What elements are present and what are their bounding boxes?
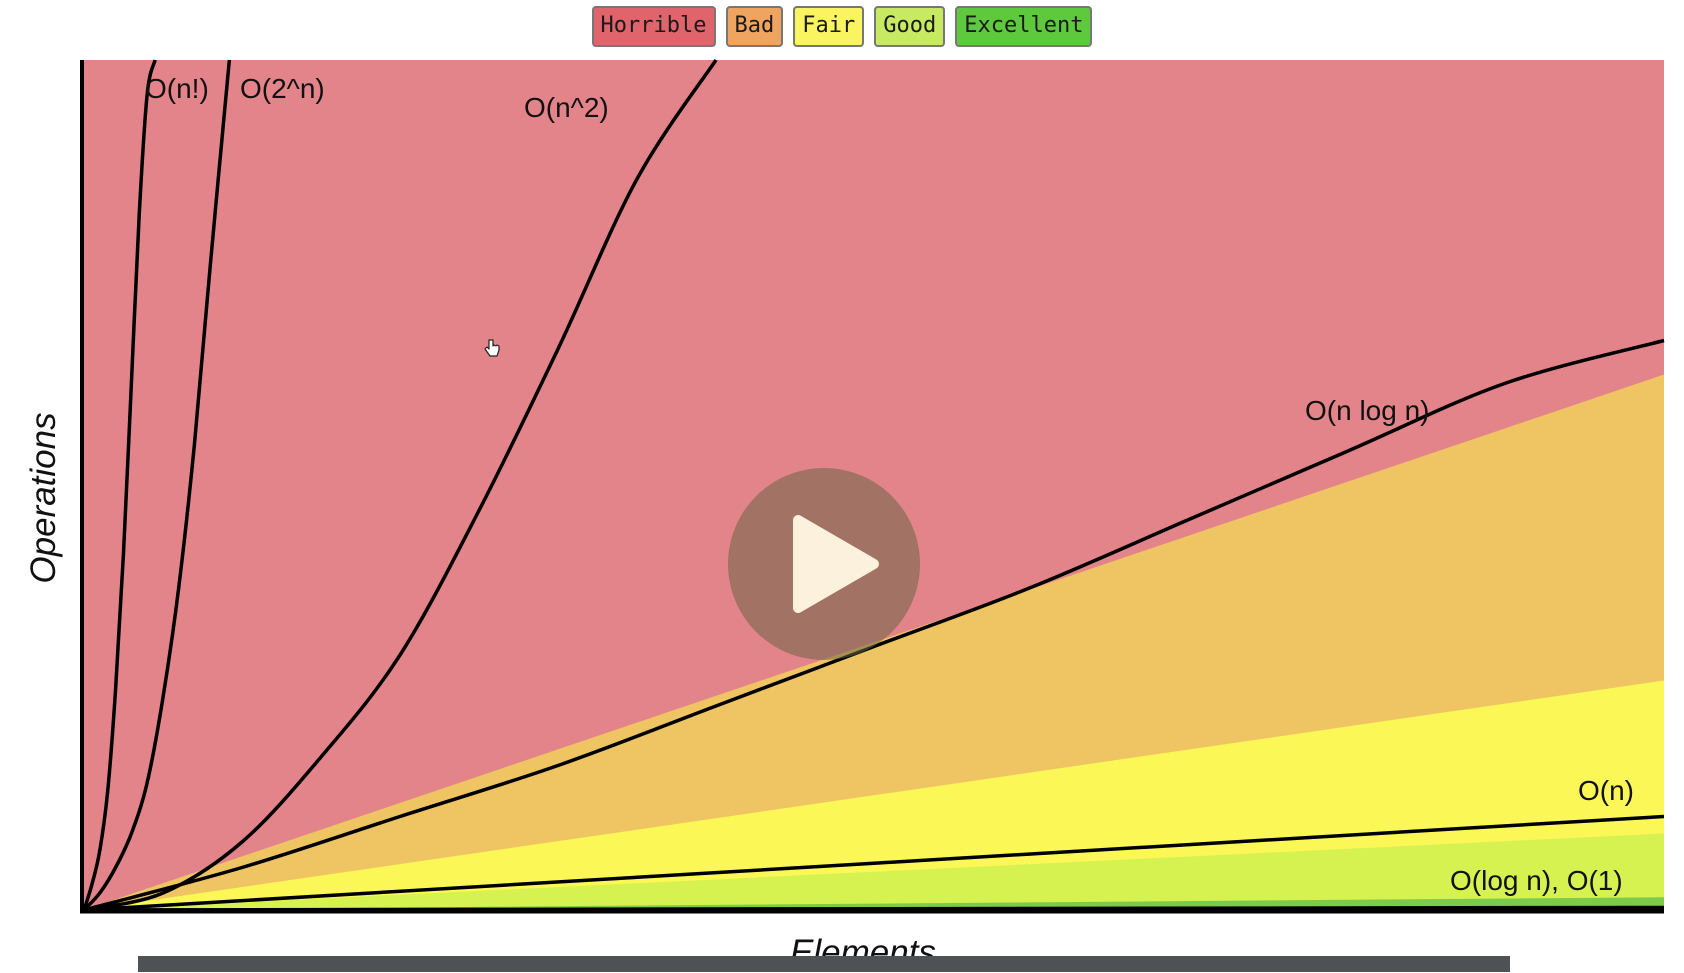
label-o-2-pow-n: O(2^n) xyxy=(240,73,325,104)
legend-item-good: Good xyxy=(874,6,946,47)
play-button[interactable] xyxy=(728,468,920,660)
legend: Horrible Bad Fair Good Excellent xyxy=(0,6,1684,47)
play-icon xyxy=(793,515,879,613)
legend-item-horrible: Horrible xyxy=(591,6,716,47)
label-o-factorial: O(n!) xyxy=(145,73,209,104)
legend-item-excellent: Excellent xyxy=(955,6,1093,47)
horizontal-scrollbar[interactable] xyxy=(138,956,1510,972)
label-o-log-n-o-1: O(log n), O(1) xyxy=(1450,865,1623,896)
legend-item-fair: Fair xyxy=(793,6,865,47)
label-o-n-log-n: O(n log n) xyxy=(1305,395,1430,426)
label-o-n-squared: O(n^2) xyxy=(524,92,609,123)
legend-item-bad: Bad xyxy=(725,6,784,47)
y-axis-label: Operations xyxy=(24,412,63,584)
hand-cursor-icon xyxy=(484,339,500,357)
label-o-n: O(n) xyxy=(1578,775,1634,806)
